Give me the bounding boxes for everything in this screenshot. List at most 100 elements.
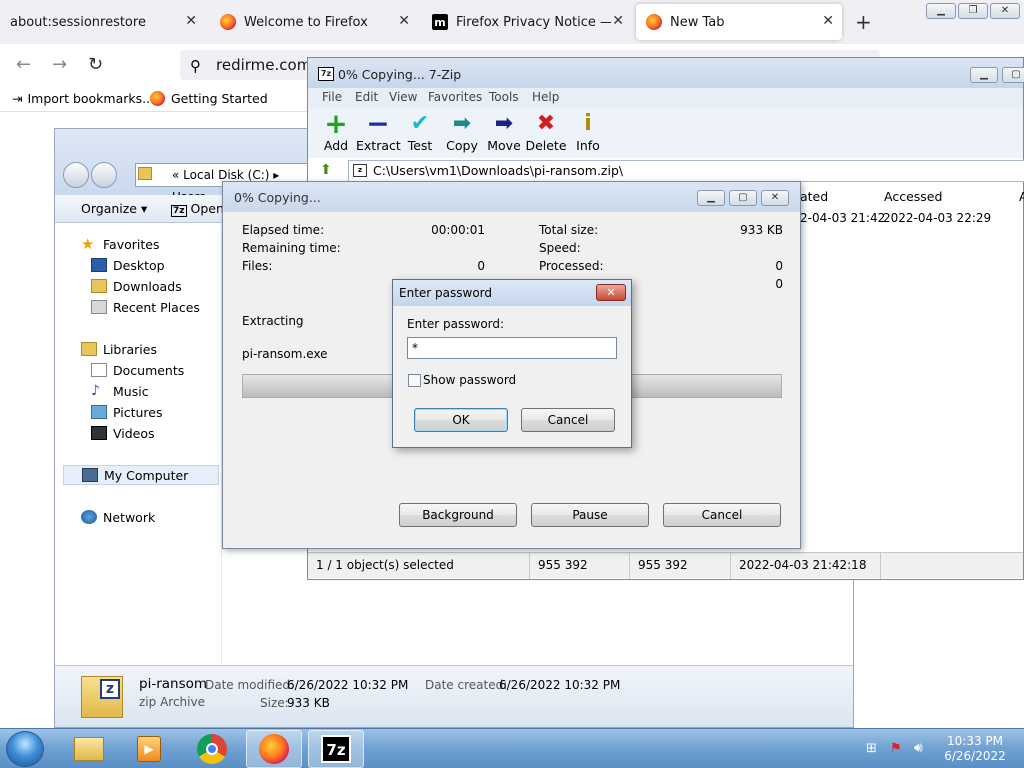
- 7zip-path-bar[interactable]: z C:\Users\vm1\Downloads\pi-ransom.zip\: [348, 160, 1024, 182]
- sidebar-item-videos[interactable]: Videos: [91, 423, 155, 443]
- restore-icon[interactable]: ❐: [958, 3, 988, 19]
- recent-places-icon: [91, 300, 107, 314]
- close-icon[interactable]: ✕: [822, 13, 834, 29]
- close-window-icon[interactable]: ✕: [990, 3, 1020, 19]
- menu-favorites[interactable]: Favorites: [428, 90, 482, 104]
- volume-icon[interactable]: 🔊︎: [914, 740, 923, 756]
- move-button[interactable]: ➡ Move: [482, 110, 526, 153]
- organize-button[interactable]: Organize ▾: [81, 201, 147, 216]
- show-password-checkbox[interactable]: [408, 374, 421, 387]
- delete-icon: ✖: [536, 111, 556, 136]
- sidebar-item-favorites[interactable]: ★ Favorites: [81, 234, 159, 254]
- files-value: 0: [477, 259, 485, 273]
- network-tray-icon[interactable]: ⊞: [866, 741, 877, 756]
- firefox-icon: [259, 734, 289, 764]
- forward-icon[interactable]: [91, 162, 117, 188]
- taskbar-chrome[interactable]: [184, 730, 240, 768]
- extract-button[interactable]: − Extract: [356, 110, 401, 154]
- taskbar-firefox[interactable]: [246, 730, 302, 768]
- minimize-icon[interactable]: ▁: [926, 3, 956, 19]
- close-icon[interactable]: ✕: [596, 284, 626, 301]
- maximize-icon[interactable]: ▢: [729, 190, 757, 206]
- minimize-icon[interactable]: ▁: [970, 67, 998, 83]
- tab-new-tab[interactable]: New Tab ✕: [636, 4, 842, 40]
- sidebar-item-my-computer[interactable]: My Computer: [63, 465, 219, 485]
- system-clock[interactable]: 10:33 PM 6/26/2022: [940, 734, 1010, 764]
- cancel-button[interactable]: Cancel: [521, 408, 615, 432]
- sidebar-label: Network: [103, 509, 156, 525]
- sidebar-item-network[interactable]: Network: [81, 507, 155, 527]
- taskbar-explorer[interactable]: [61, 730, 117, 768]
- taskbar-media-player[interactable]: ▶: [121, 730, 177, 768]
- size-label: Size:: [260, 696, 289, 710]
- date-modified-value: 6/26/2022 10:32 PM: [287, 678, 409, 692]
- maximize-icon[interactable]: ▢: [1002, 67, 1024, 83]
- col-extra[interactable]: A: [1019, 189, 1024, 204]
- copy-button[interactable]: ➡ Copy: [440, 110, 484, 153]
- close-icon[interactable]: ✕: [398, 13, 410, 29]
- status-selected: 1 / 1 object(s) selected: [308, 553, 530, 579]
- info-button[interactable]: i Info: [566, 110, 610, 153]
- dialog-title: 0% Copying...: [234, 190, 321, 205]
- pause-button[interactable]: Pause: [531, 503, 649, 527]
- close-icon[interactable]: ✕: [612, 13, 624, 29]
- sidebar-item-downloads[interactable]: Downloads: [91, 276, 182, 296]
- videos-icon: [91, 426, 107, 440]
- add-button[interactable]: + Add: [314, 110, 358, 154]
- sidebar-item-music[interactable]: ♪ Music: [91, 381, 149, 401]
- menu-edit[interactable]: Edit: [355, 90, 378, 104]
- ok-button[interactable]: OK: [414, 408, 508, 432]
- col-accessed[interactable]: Accessed: [884, 189, 942, 204]
- tab-session-restore[interactable]: about:sessionrestore ✕: [0, 4, 205, 40]
- sidebar-label: Pictures: [113, 404, 163, 420]
- sidebar-item-recent-places[interactable]: Recent Places: [91, 297, 200, 317]
- bookmark-label: Getting Started: [171, 91, 268, 106]
- password-field[interactable]: *: [407, 337, 617, 359]
- star-icon: ★: [81, 235, 95, 253]
- background-button[interactable]: Background: [399, 503, 517, 527]
- sidebar-item-documents[interactable]: Documents: [91, 360, 184, 380]
- processed-label: Processed:: [539, 259, 604, 273]
- tab-privacy-notice[interactable]: m Firefox Privacy Notice — Mo ✕: [422, 4, 632, 40]
- clock-date: 6/26/2022: [944, 749, 1006, 763]
- taskbar-7zip[interactable]: 7z: [308, 730, 364, 768]
- sidebar-item-desktop[interactable]: Desktop: [91, 255, 165, 275]
- back-arrow-icon[interactable]: ←: [16, 54, 31, 75]
- back-icon[interactable]: [63, 162, 89, 188]
- folder-icon: [74, 737, 104, 761]
- menu-view[interactable]: View: [389, 90, 417, 104]
- menu-help[interactable]: Help: [532, 90, 559, 104]
- minimize-icon[interactable]: ▁: [697, 190, 725, 206]
- firefox-icon: [150, 91, 165, 106]
- menu-tools[interactable]: Tools: [489, 90, 519, 104]
- breadcrumb-drive[interactable]: Local Disk (C:): [183, 168, 269, 182]
- start-button-icon[interactable]: [6, 731, 44, 767]
- forward-arrow-icon[interactable]: →: [52, 54, 67, 75]
- sidebar-item-pictures[interactable]: Pictures: [91, 402, 163, 422]
- test-button[interactable]: ✔ Test: [398, 110, 442, 153]
- progress-titlebar: 0% Copying... ▁ ▢ ✕: [223, 182, 800, 212]
- sidebar-item-libraries[interactable]: Libraries: [81, 339, 157, 359]
- import-bookmarks-link[interactable]: ⇥ Import bookmarks...: [12, 91, 154, 106]
- sidebar-label: Documents: [113, 362, 185, 378]
- tab-welcome[interactable]: Welcome to Firefox ✕: [210, 4, 418, 40]
- reload-icon[interactable]: ↻: [88, 54, 103, 75]
- col-created[interactable]: ated: [800, 189, 828, 204]
- close-icon[interactable]: ✕: [185, 13, 197, 29]
- action-center-flag-icon[interactable]: ⚑: [890, 741, 902, 756]
- getting-started-link[interactable]: Getting Started: [150, 91, 268, 106]
- sidebar-label: Desktop: [113, 257, 165, 273]
- new-tab-plus-icon[interactable]: +: [855, 10, 872, 34]
- up-folder-icon[interactable]: ⬆: [320, 162, 332, 178]
- open-button[interactable]: 7z Open: [171, 201, 224, 217]
- delete-button[interactable]: ✖ Delete: [524, 110, 568, 153]
- close-icon[interactable]: ✕: [761, 190, 789, 206]
- toolbar-label: Copy: [446, 138, 478, 153]
- menu-file[interactable]: File: [322, 90, 342, 104]
- sidebar-label: My Computer: [104, 467, 189, 483]
- copy-icon: ➡: [452, 111, 472, 136]
- open-label: Open: [190, 201, 224, 216]
- cancel-button[interactable]: Cancel: [663, 503, 781, 527]
- 7zip-menubar: File Edit View Favorites Tools Help: [308, 88, 1023, 108]
- 7zip-status-bar: 1 / 1 object(s) selected 955 392 955 392…: [308, 552, 1023, 579]
